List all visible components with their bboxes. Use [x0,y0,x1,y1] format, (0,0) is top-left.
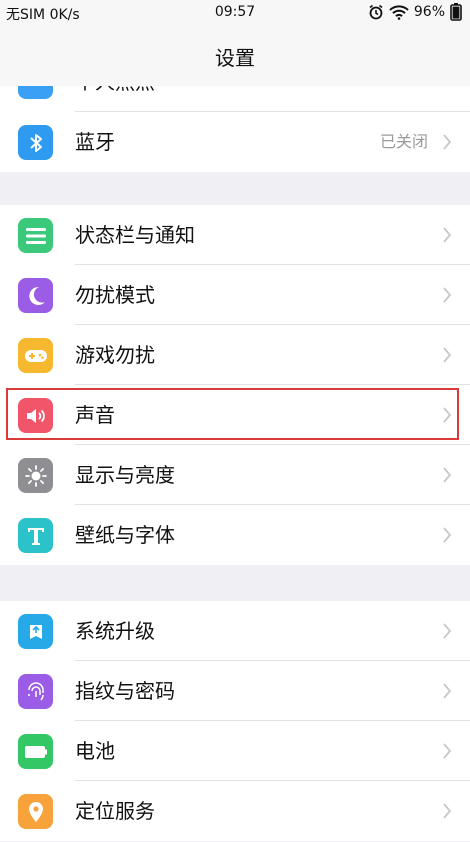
list-item-hotspot-partial[interactable]: 个人热点 [0,86,470,112]
settings-item-system-update[interactable]: 系统升级 [0,601,470,661]
settings-item-label: 勿扰模式 [75,283,155,307]
speaker-icon [18,398,53,433]
settings-item-sound[interactable]: 声音 [0,385,470,445]
settings-item-do-not-disturb[interactable]: 勿扰模式 [0,265,470,325]
alarm-icon [369,4,383,20]
chevron-right-icon [443,134,452,150]
chevron-right-icon [443,287,452,303]
battery-percent: 96% [413,4,445,20]
battery-status-icon [450,3,462,21]
chevron-right-icon [443,623,452,639]
settings-item-label: 显示与亮度 [75,463,175,487]
bluetooth-icon [18,125,53,160]
settings-item-label: 壁纸与字体 [75,523,175,547]
settings-group-connectivity: 蓝牙 已关闭 [0,112,470,172]
status-bar: 无SIM 0K/s 09:57 96% [0,0,470,26]
chevron-right-icon [443,683,452,699]
status-icons: 96% [368,3,462,21]
chevron-right-icon [443,407,452,423]
settings-item-wallpaper-font[interactable]: 壁纸与字体 [0,505,470,565]
bluetooth-status-value: 已关闭 [379,132,428,151]
settings-item-display-brightness[interactable]: 显示与亮度 [0,445,470,505]
settings-item-label: 声音 [75,403,115,427]
settings-item-bluetooth[interactable]: 蓝牙 已关闭 [0,112,470,172]
settings-item-label: 状态栏与通知 [75,223,195,247]
chevron-right-icon [443,743,452,759]
page-title: 设置 [215,45,255,70]
fingerprint-icon [18,674,53,709]
wifi-icon [389,4,409,20]
settings-item-fingerprint-password[interactable]: 指纹与密码 [0,661,470,721]
settings-item-label: 电池 [75,739,115,763]
settings-group-system: 系统升级 指纹与密码 电池 定位服务 [0,601,470,841]
header: 设置 [0,26,470,87]
chevron-right-icon [443,467,452,483]
chevron-right-icon [443,527,452,543]
settings-item-label: 蓝牙 [75,130,115,154]
system-update-icon [18,614,53,649]
location-icon [18,794,53,829]
settings-item-battery[interactable]: 电池 [0,721,470,781]
chevron-right-icon [443,347,452,363]
moon-icon [18,278,53,313]
hotspot-icon [18,86,53,99]
chevron-right-icon [443,227,452,243]
hotspot-label: 个人热点 [75,86,155,94]
settings-item-label: 定位服务 [75,799,155,823]
gamepad-icon [18,338,53,373]
settings-item-location[interactable]: 定位服务 [0,781,470,841]
battery-icon [18,734,53,769]
settings-item-label: 系统升级 [75,619,155,643]
chevron-right-icon [443,803,452,819]
brightness-icon [18,458,53,493]
font-icon [18,518,53,553]
settings-item-label: 游戏勿扰 [75,343,155,367]
settings-group-display: 状态栏与通知 勿扰模式 游戏勿扰 声音 显示与亮度 壁纸与字体 [0,205,470,565]
notification-icon [18,218,53,253]
settings-item-label: 指纹与密码 [75,679,175,703]
settings-item-game-dnd[interactable]: 游戏勿扰 [0,325,470,385]
settings-item-notifications[interactable]: 状态栏与通知 [0,205,470,265]
